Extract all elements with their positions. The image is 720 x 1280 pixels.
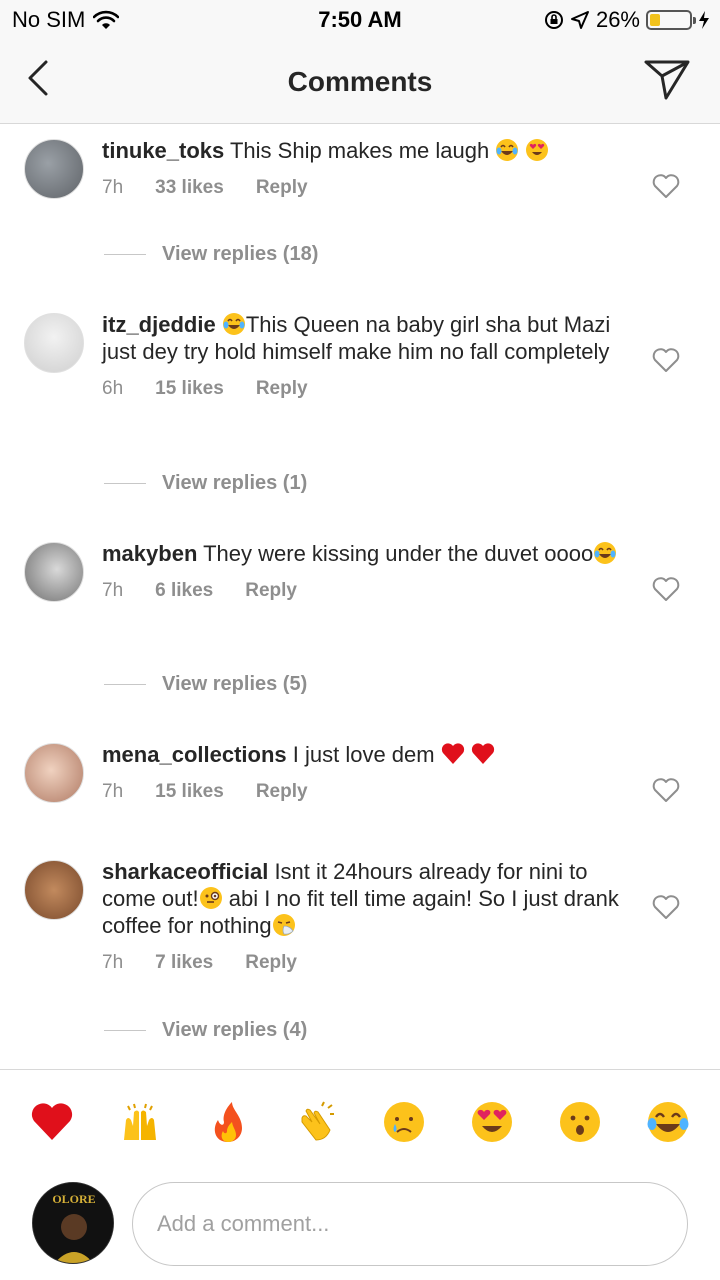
profile-picture: OLORE <box>33 1183 113 1263</box>
battery-icon <box>646 10 696 30</box>
likes-count[interactable]: 7 likes <box>155 949 213 976</box>
comment-text-line: sharkaceofficial Isnt it 24hours already… <box>102 858 632 939</box>
avatar[interactable] <box>24 542 84 602</box>
comment-content: mena_collections I just love dem 7h 15 l… <box>102 741 632 805</box>
sneezing-face-emoji <box>272 914 295 936</box>
comment-text: This Ship makes me laugh <box>229 138 490 163</box>
comment-time: 7h <box>102 177 124 198</box>
orientation-lock-icon <box>544 11 563 29</box>
avatar[interactable] <box>24 860 84 920</box>
comment-text-line: itz_djeddie This Queen na baby girl sha … <box>102 311 632 365</box>
red-heart-emoji <box>441 743 464 764</box>
comment-meta: 7h 6 likes Reply <box>102 577 632 604</box>
red-heart-reaction-button[interactable] <box>30 1100 74 1144</box>
username[interactable]: makyben <box>102 541 197 566</box>
like-heart-icon[interactable] <box>652 777 680 803</box>
comment-text-line: tinuke_toks This Ship makes me laugh <box>102 137 632 164</box>
comments-list[interactable]: tinuke_toks This Ship makes me laugh 7h … <box>0 125 720 1069</box>
current-user-avatar[interactable]: OLORE <box>32 1182 114 1264</box>
reply-button[interactable]: Reply <box>245 949 297 976</box>
paper-plane-icon <box>644 60 690 100</box>
replies-divider <box>104 483 146 484</box>
comment-time: 6h <box>102 378 124 399</box>
like-heart-icon[interactable] <box>652 894 680 920</box>
comment-meta: 6h 15 likes Reply <box>102 375 632 402</box>
battery-percent: 26% <box>595 7 640 32</box>
view-replies-button[interactable]: View replies (4) <box>104 1019 307 1042</box>
heart-eyes-emoji <box>526 139 549 161</box>
clapping-hands-reaction-button[interactable] <box>294 1100 338 1144</box>
comment-meta: 7h 15 likes Reply <box>102 778 632 805</box>
comment-content: sharkaceofficial Isnt it 24hours already… <box>102 858 632 976</box>
avatar-logo-text: OLORE <box>52 1192 95 1206</box>
fire-reaction-button[interactable] <box>206 1100 250 1144</box>
view-replies-button[interactable]: View replies (5) <box>104 673 307 696</box>
view-replies-label: View replies (4) <box>162 1019 308 1041</box>
comment-time: 7h <box>102 580 124 601</box>
username[interactable]: mena_collections <box>102 742 287 767</box>
likes-count[interactable]: 6 likes <box>155 577 213 604</box>
likes-count[interactable]: 15 likes <box>155 778 224 805</box>
avatar[interactable] <box>24 743 84 803</box>
comment-meta: 7h 7 likes Reply <box>102 949 632 976</box>
username[interactable]: sharkaceofficial <box>102 859 268 884</box>
comment-meta: 7h 33 likes Reply <box>102 174 632 201</box>
reply-button[interactable]: Reply <box>256 778 308 805</box>
status-bar: No SIM 7:50 AM 26% <box>0 0 720 40</box>
add-comment-input[interactable] <box>132 1182 688 1266</box>
tears-of-joy-reaction-button[interactable] <box>646 1100 690 1144</box>
reply-button[interactable]: Reply <box>256 174 308 201</box>
header: Comments <box>0 40 720 124</box>
comment-composer-bar: OLORE <box>0 1069 720 1280</box>
comment-content: tinuke_toks This Ship makes me laugh 7h … <box>102 137 632 201</box>
crying-face-reaction-button[interactable] <box>382 1100 426 1144</box>
comment-time: 7h <box>102 952 124 973</box>
reply-button[interactable]: Reply <box>245 577 297 604</box>
red-heart-emoji <box>471 743 494 764</box>
page-title: Comments <box>287 66 433 97</box>
tears-of-joy-emoji <box>222 313 245 335</box>
replies-divider <box>104 684 146 685</box>
view-replies-label: View replies (18) <box>162 243 319 265</box>
comment-text-line: makyben They were kissing under the duve… <box>102 540 632 567</box>
avatar[interactable] <box>24 139 84 199</box>
username[interactable]: itz_djeddie <box>102 312 216 337</box>
battery-level <box>650 14 660 26</box>
view-replies-button[interactable]: View replies (18) <box>104 243 318 266</box>
face-with-monocle-emoji <box>199 887 222 909</box>
replies-divider <box>104 1030 146 1031</box>
quick-reactions <box>30 1100 690 1144</box>
avatar[interactable] <box>24 313 84 373</box>
view-replies-label: View replies (5) <box>162 673 308 695</box>
tears-of-joy-emoji <box>496 139 519 161</box>
username[interactable]: tinuke_toks <box>102 138 224 163</box>
like-heart-icon[interactable] <box>652 576 680 602</box>
charging-bolt-icon <box>699 11 709 29</box>
like-heart-icon[interactable] <box>652 173 680 199</box>
view-replies-button[interactable]: View replies (1) <box>104 472 307 495</box>
heart-eyes-reaction-button[interactable] <box>470 1100 514 1144</box>
comment-content: itz_djeddie This Queen na baby girl sha … <box>102 311 632 402</box>
comment-time: 7h <box>102 781 124 802</box>
tears-of-joy-emoji <box>594 542 617 564</box>
surprised-face-reaction-button[interactable] <box>558 1100 602 1144</box>
likes-count[interactable]: 33 likes <box>155 174 224 201</box>
view-replies-label: View replies (1) <box>162 472 308 494</box>
like-heart-icon[interactable] <box>652 347 680 373</box>
comment-text: I just love dem <box>292 742 435 767</box>
replies-divider <box>104 254 146 255</box>
share-button[interactable] <box>642 54 692 104</box>
reply-button[interactable]: Reply <box>256 375 308 402</box>
raising-hands-reaction-button[interactable] <box>118 1100 162 1144</box>
comment-content: makyben They were kissing under the duve… <box>102 540 632 604</box>
likes-count[interactable]: 15 likes <box>155 375 224 402</box>
comment-text-line: mena_collections I just love dem <box>102 741 632 768</box>
comment-text: They were kissing under the duvet oooo <box>203 541 594 566</box>
location-icon <box>570 11 589 29</box>
